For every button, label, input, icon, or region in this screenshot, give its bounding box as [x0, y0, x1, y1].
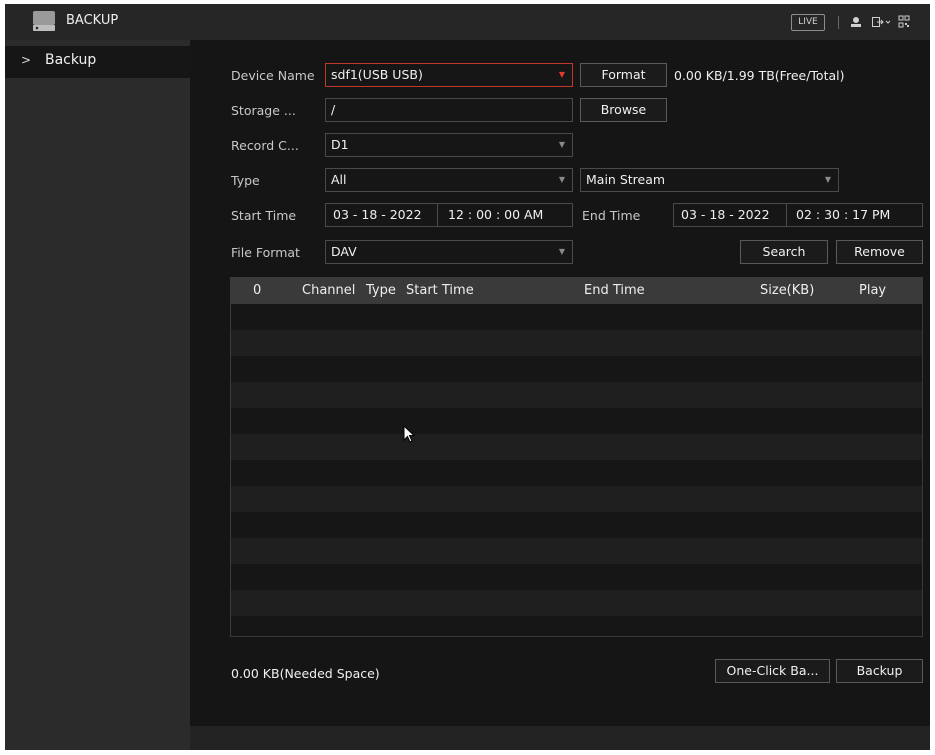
start-time-field[interactable]: 12 : 00 : 00 AM	[437, 203, 573, 227]
type-value: All	[331, 172, 347, 187]
select-all-header[interactable]: 0	[253, 283, 261, 298]
device-name-select[interactable]: sdf1(USB USB) ▼	[325, 63, 573, 87]
column-header-play: Play	[859, 283, 887, 298]
end-date-field[interactable]: 03 - 18 - 2022	[673, 203, 787, 227]
divider	[838, 16, 839, 29]
storage-path-value: /	[331, 102, 336, 117]
table-row[interactable]	[231, 486, 922, 512]
user-icon[interactable]	[850, 14, 862, 30]
table-header: 0 Channel Type Start Time End Time Size(…	[231, 278, 922, 304]
device-name-label: Device Name	[231, 68, 315, 83]
record-channel-value: D1	[331, 137, 349, 152]
hdd-icon	[33, 11, 55, 31]
file-format-label: File Format	[231, 245, 300, 260]
dropdown-arrow-icon: ▼	[558, 140, 565, 149]
dropdown-arrow-icon: ▼	[558, 70, 565, 79]
column-header-end-time: End Time	[584, 283, 645, 298]
backup-button[interactable]: Backup	[836, 659, 923, 683]
type-select[interactable]: All ▼	[325, 168, 573, 192]
page-title: BACKUP	[66, 13, 119, 28]
status-strip	[190, 726, 930, 750]
capacity-text: 0.00 KB/1.99 TB(Free/Total)	[674, 68, 845, 83]
end-time-field[interactable]: 02 : 30 : 17 PM	[786, 203, 923, 227]
table-row[interactable]	[231, 538, 922, 564]
stream-value: Main Stream	[586, 172, 666, 187]
column-header-type: Type	[366, 283, 396, 298]
logout-icon[interactable]	[871, 14, 891, 30]
format-button[interactable]: Format	[580, 63, 667, 87]
column-header-channel: Channel	[302, 283, 356, 298]
stream-select[interactable]: Main Stream ▼	[580, 168, 839, 192]
type-label: Type	[231, 173, 260, 188]
table-row[interactable]	[231, 590, 922, 616]
chevron-right-icon: >	[21, 53, 32, 67]
column-header-start-time: Start Time	[406, 283, 474, 298]
dropdown-arrow-icon: ▼	[824, 175, 831, 184]
start-date-field[interactable]: 03 - 18 - 2022	[325, 203, 438, 227]
results-table: 0 Channel Type Start Time End Time Size(…	[230, 277, 923, 637]
record-channel-select[interactable]: D1 ▼	[325, 133, 573, 157]
qrcode-icon[interactable]	[898, 14, 910, 30]
dropdown-arrow-icon: ▼	[558, 247, 565, 256]
storage-path-field[interactable]: /	[325, 98, 573, 122]
start-time-label: Start Time	[231, 208, 297, 223]
sidebar-item-backup[interactable]: > Backup	[5, 46, 190, 78]
end-time-label: End Time	[582, 208, 641, 223]
column-header-size: Size(KB)	[760, 283, 815, 298]
mouse-cursor-icon	[403, 425, 416, 443]
sidebar-item-label: Backup	[45, 52, 97, 68]
device-name-value: sdf1(USB USB)	[331, 67, 423, 82]
file-format-value: DAV	[331, 244, 357, 259]
storage-label: Storage ...	[231, 103, 296, 118]
file-format-select[interactable]: DAV ▼	[325, 240, 573, 264]
title-bar: BACKUP LIVE	[5, 4, 930, 40]
record-channel-label: Record C...	[231, 138, 299, 153]
backup-window: BACKUP LIVE > Backup Device Name sdf1(US	[5, 4, 930, 750]
remove-button[interactable]: Remove	[836, 240, 923, 264]
table-row[interactable]	[231, 434, 922, 460]
table-row[interactable]	[231, 330, 922, 356]
one-click-backup-button[interactable]: One-Click Ba...	[715, 659, 830, 683]
dropdown-arrow-icon: ▼	[558, 175, 565, 184]
browse-button[interactable]: Browse	[580, 98, 667, 122]
sidebar: > Backup	[5, 40, 190, 750]
needed-space-text: 0.00 KB(Needed Space)	[231, 666, 380, 681]
search-button[interactable]: Search	[740, 240, 828, 264]
table-row[interactable]	[231, 382, 922, 408]
live-button[interactable]: LIVE	[791, 14, 825, 31]
